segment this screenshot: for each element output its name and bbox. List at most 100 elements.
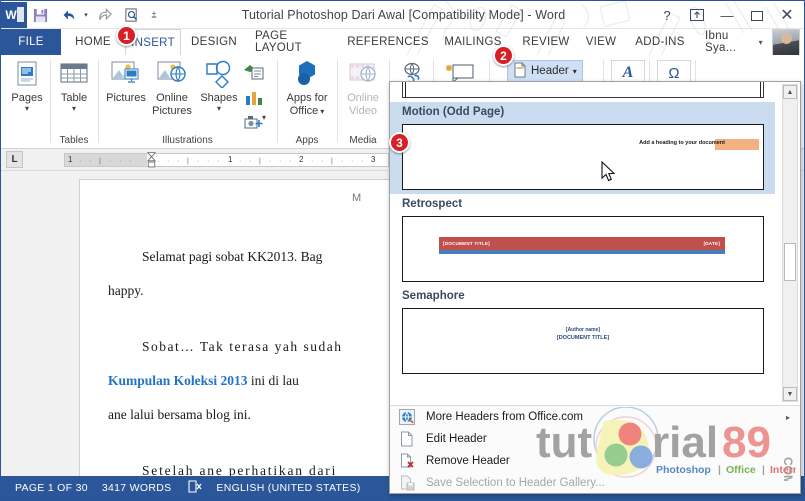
apps-for-office-label: Apps for Office ▾ — [286, 92, 328, 117]
gallery-scroll-region[interactable]: Motion (Odd Page) Add a heading to your … — [390, 82, 800, 405]
paragraph-2-line1: Sobat… Tak terasa yah sudah — [142, 339, 343, 354]
scrollbar-thumb[interactable] — [784, 243, 796, 281]
tab-review[interactable]: REVIEW — [515, 29, 577, 55]
status-word-count[interactable]: 3417 WORDS — [102, 482, 172, 494]
header-gallery-dropdown[interactable]: Motion (Odd Page) Add a heading to your … — [389, 81, 801, 494]
header-icon — [513, 62, 527, 81]
tab-design[interactable]: DESIGN — [185, 29, 243, 55]
shapes-caret-icon[interactable]: ▾ — [217, 105, 221, 113]
pictures-label: Pictures — [106, 92, 146, 104]
retrospect-date-placeholder: [DATE] — [703, 241, 720, 246]
close-button[interactable]: ✕ — [772, 2, 802, 28]
table-button[interactable]: Table ▾ — [55, 58, 93, 113]
retrospect-item[interactable]: Retrospect [DOCUMENT TITLE] [DATE] — [390, 194, 775, 286]
ruler-number: 3 — [371, 155, 376, 164]
online-pictures-label-line2: Pictures — [152, 105, 192, 117]
office-globe-icon — [398, 408, 416, 426]
blank-header-thumbnail[interactable] — [402, 82, 764, 98]
smartart-icon[interactable] — [241, 60, 267, 86]
apps-for-office-button[interactable]: Apps for Office ▾ — [283, 58, 331, 118]
semaphore-item[interactable]: Semaphore [Author name] [DOCUMENT TITLE] — [390, 286, 775, 378]
document-page[interactable]: M Selamat pagi sobat KK2013. Bag happy. … — [79, 179, 399, 478]
paragraph-1-line1: Selamat pagi sobat KK2013. Bag — [142, 249, 323, 264]
online-pictures-label-line1: Online — [156, 92, 188, 104]
semaphore-thumbnail[interactable]: [Author name] [DOCUMENT TITLE] — [402, 308, 764, 374]
save-selection-to-header-gallery-menu-item: Save Selection to Header Gallery... — [390, 472, 800, 494]
online-video-button[interactable]: Online Video — [342, 58, 384, 118]
retrospect-title-bar: [DOCUMENT TITLE] [DATE] — [439, 237, 725, 250]
media-group-label: Media — [349, 135, 377, 146]
more-headers-label: More Headers from Office.com — [426, 411, 584, 423]
callout-2-header-button: 2 — [493, 45, 514, 66]
tab-references[interactable]: REFERENCES — [345, 29, 431, 55]
paragraph-2-rest: ini di lau — [247, 373, 299, 388]
ribbon-display-options-icon[interactable] — [682, 2, 712, 28]
apps-for-office-icon — [291, 58, 323, 90]
account-name[interactable]: Ibnu Sya... ▾ — [697, 29, 771, 55]
submenu-arrow-icon: ▸ — [785, 412, 790, 422]
pictures-icon — [110, 58, 142, 90]
edit-header-menu-item[interactable]: Edit Header — [390, 428, 800, 450]
tab-view[interactable]: VIEW — [579, 29, 623, 55]
online-pictures-button[interactable]: Online Pictures — [149, 58, 195, 118]
indent-markers-icon[interactable] — [147, 150, 156, 170]
document-text[interactable]: Selamat pagi sobat KK2013. Bag happy. So… — [108, 240, 408, 478]
minimize-button[interactable]: — — [712, 2, 742, 28]
page-edit-icon — [398, 430, 416, 448]
motion-odd-page-thumbnail[interactable]: Add a heading to your document — [402, 124, 764, 190]
gallery-scrollbar[interactable]: ▲ ▼ — [782, 84, 798, 402]
shapes-button[interactable]: Shapes ▾ — [197, 58, 241, 113]
paragraph-3: Setelah ane perhatikan dari — [108, 454, 408, 478]
scroll-up-arrow-icon[interactable]: ▲ — [783, 85, 797, 99]
save-selection-icon — [398, 474, 416, 492]
scroll-down-arrow-icon[interactable]: ▼ — [783, 387, 797, 401]
pictures-button[interactable]: Pictures — [103, 58, 149, 105]
window-controls[interactable]: ? — ✕ — [652, 1, 802, 29]
apps-group: Apps for Office ▾ Apps — [278, 55, 336, 148]
remove-header-label: Remove Header — [426, 455, 510, 467]
status-page-indicator[interactable]: PAGE 1 OF 30 — [15, 482, 88, 494]
blank-header-item[interactable] — [390, 82, 775, 102]
tab-file[interactable]: FILE — [1, 29, 61, 55]
gallery-menu[interactable]: More Headers from Office.com ▸ Edit Head… — [390, 405, 800, 493]
edit-header-label: Edit Header — [426, 433, 487, 445]
word-logo-letter: W — [5, 8, 17, 22]
header-caret-icon: ▾ — [572, 66, 577, 76]
table-caret-icon[interactable]: ▾ — [72, 105, 76, 113]
pages-button[interactable]: Pages ▾ — [7, 58, 47, 113]
remove-header-menu-item[interactable]: Remove Header — [390, 450, 800, 472]
tab-page-layout[interactable]: PAGE LAYOUT — [247, 29, 339, 55]
tab-stop-selector[interactable]: L — [6, 151, 23, 168]
page-margin-marker: M — [352, 192, 362, 204]
motion-thumbnail-text: Add a heading to your document — [639, 140, 725, 146]
header-button[interactable]: Header ▾ — [507, 60, 583, 82]
header-button-label: Header — [531, 65, 569, 77]
page-remove-icon — [398, 452, 416, 470]
status-language[interactable]: ENGLISH (UNITED STATES) — [216, 482, 360, 494]
help-icon[interactable]: ? — [652, 2, 682, 28]
paragraph-1-line2: happy. — [108, 283, 144, 298]
word-window: W ▾ ⩲ Tutorial Photoshop Dari Awal [Comp… — [0, 0, 805, 501]
online-video-label-line1: Online — [347, 92, 379, 104]
motion-odd-page-item[interactable]: Motion (Odd Page) Add a heading to your … — [390, 102, 775, 194]
ruler-number: 1 — [68, 155, 73, 164]
tab-home[interactable]: HOME — [63, 29, 123, 55]
horizontal-ruler[interactable]: 1 · · | · · · · · · | · · · 1 · · | · · · 2 · · | ·… — [64, 153, 389, 167]
screenshot-caret-icon[interactable]: ▾ — [262, 113, 266, 122]
pages-group: Pages ▾ — [1, 55, 49, 148]
more-headers-from-office-menu-item[interactable]: More Headers from Office.com ▸ — [390, 406, 800, 428]
gallery-item-list[interactable]: Motion (Odd Page) Add a heading to your … — [390, 82, 775, 378]
retrospect-thumbnail[interactable]: [DOCUMENT TITLE] [DATE] — [402, 216, 764, 282]
pages-caret-icon[interactable]: ▾ — [25, 105, 29, 113]
paragraph-2: Sobat… Tak terasa yah sudah Kumpulan Kol… — [108, 330, 408, 432]
proofing-errors-icon[interactable] — [187, 480, 202, 496]
paragraph-1: Selamat pagi sobat KK2013. Bag happy. — [108, 240, 408, 308]
tables-group-label: Tables — [59, 135, 89, 146]
apps-group-label: Apps — [295, 135, 319, 146]
restore-button[interactable] — [742, 2, 772, 28]
tab-add-ins[interactable]: ADD-INS — [627, 29, 693, 55]
retrospect-label: Retrospect — [402, 198, 463, 210]
document-hyperlink[interactable]: Kumpulan Koleksi 2013 — [108, 373, 248, 388]
chart-icon[interactable] — [241, 85, 267, 111]
motion-odd-page-label: Motion (Odd Page) — [390, 102, 775, 122]
